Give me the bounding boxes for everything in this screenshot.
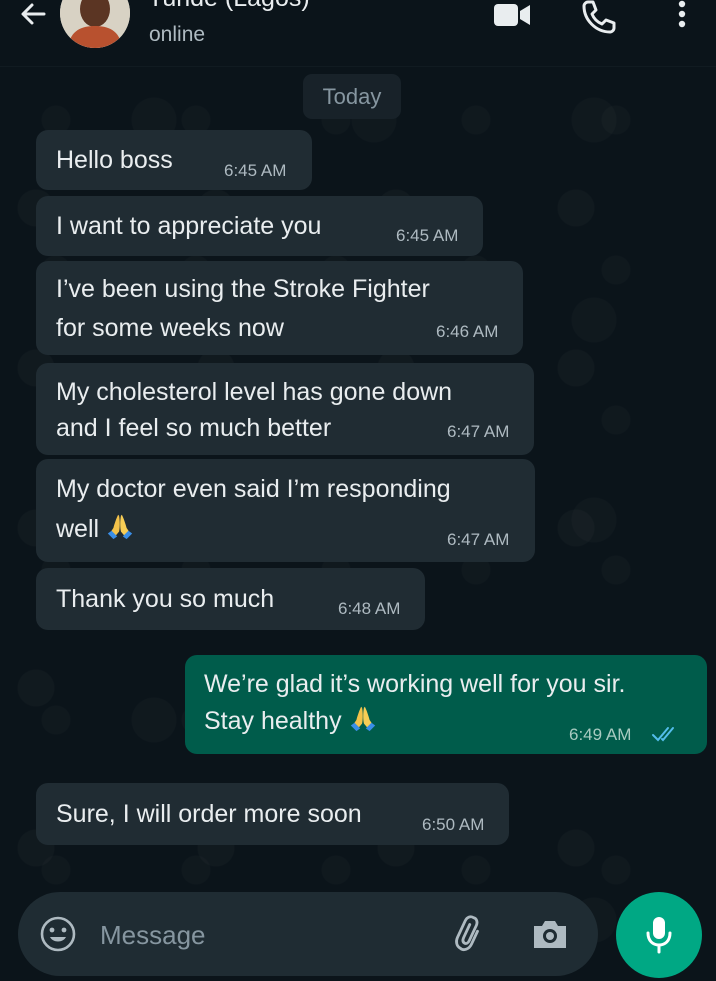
message-time: 6:47 AM bbox=[447, 422, 510, 441]
microphone-icon[interactable] bbox=[616, 892, 702, 978]
chat-header: Tunde (Lagos) online bbox=[0, 0, 716, 67]
message-text: My doctor even said I’m responding bbox=[56, 475, 451, 503]
phone-icon[interactable] bbox=[578, 0, 622, 36]
incoming-message[interactable]: I want to appreciate you 6:45 AM bbox=[36, 196, 483, 256]
message-text: and I feel so much better bbox=[56, 414, 332, 442]
emoji-icon[interactable] bbox=[38, 914, 78, 954]
message-time: 6:48 AM bbox=[338, 599, 401, 618]
back-arrow-icon[interactable] bbox=[14, 0, 54, 34]
message-text: Thank you so much bbox=[56, 585, 275, 613]
attach-icon[interactable] bbox=[448, 912, 492, 956]
message-time: 6:46 AM bbox=[436, 322, 499, 341]
more-options-icon[interactable] bbox=[668, 0, 696, 36]
incoming-message[interactable]: My doctor even said I’m responding well … bbox=[36, 459, 535, 562]
video-call-icon[interactable] bbox=[490, 0, 534, 36]
outgoing-message[interactable]: We’re glad it’s working well for you sir… bbox=[185, 655, 707, 754]
contact-avatar[interactable] bbox=[60, 0, 130, 48]
message-text: Sure, I will order more soon bbox=[56, 800, 362, 828]
message-text: My cholesterol level has gone down bbox=[56, 378, 453, 406]
message-text: for some weeks now bbox=[56, 314, 284, 342]
incoming-message[interactable]: Hello boss 6:45 AM bbox=[36, 130, 312, 190]
message-text: I’ve been using the Stroke Fighter bbox=[56, 275, 430, 303]
contact-name[interactable]: Tunde (Lagos) bbox=[148, 0, 310, 13]
message-text: We’re glad it’s working well for you sir… bbox=[204, 670, 626, 698]
read-receipt-icon bbox=[652, 727, 674, 742]
praying-hands-emoji-icon bbox=[348, 703, 378, 733]
message-time: 6:50 AM bbox=[422, 815, 485, 834]
message-composer bbox=[18, 892, 598, 976]
camera-icon[interactable] bbox=[528, 912, 572, 956]
message-text-line: Stay healthy bbox=[204, 702, 378, 740]
contact-status: online bbox=[149, 23, 206, 46]
message-time: 6:49 AM bbox=[569, 725, 632, 744]
message-text: Hello boss bbox=[56, 146, 173, 174]
message-time: 6:45 AM bbox=[224, 161, 287, 180]
message-input[interactable] bbox=[98, 912, 432, 958]
message-text: Stay healthy bbox=[204, 707, 342, 735]
incoming-message[interactable]: My cholesterol level has gone down and I… bbox=[36, 363, 534, 455]
date-divider: Today bbox=[303, 74, 401, 119]
incoming-message[interactable]: I’ve been using the Stroke Fighter for s… bbox=[36, 261, 523, 355]
message-text: well bbox=[56, 515, 100, 543]
message-text-line: well bbox=[56, 510, 135, 548]
message-text: I want to appreciate you bbox=[56, 212, 322, 240]
message-time: 6:47 AM bbox=[447, 530, 510, 549]
message-time: 6:45 AM bbox=[396, 226, 459, 245]
praying-hands-emoji-icon bbox=[105, 511, 135, 541]
incoming-message[interactable]: Sure, I will order more soon 6:50 AM bbox=[36, 783, 509, 845]
incoming-message[interactable]: Thank you so much 6:48 AM bbox=[36, 568, 425, 630]
